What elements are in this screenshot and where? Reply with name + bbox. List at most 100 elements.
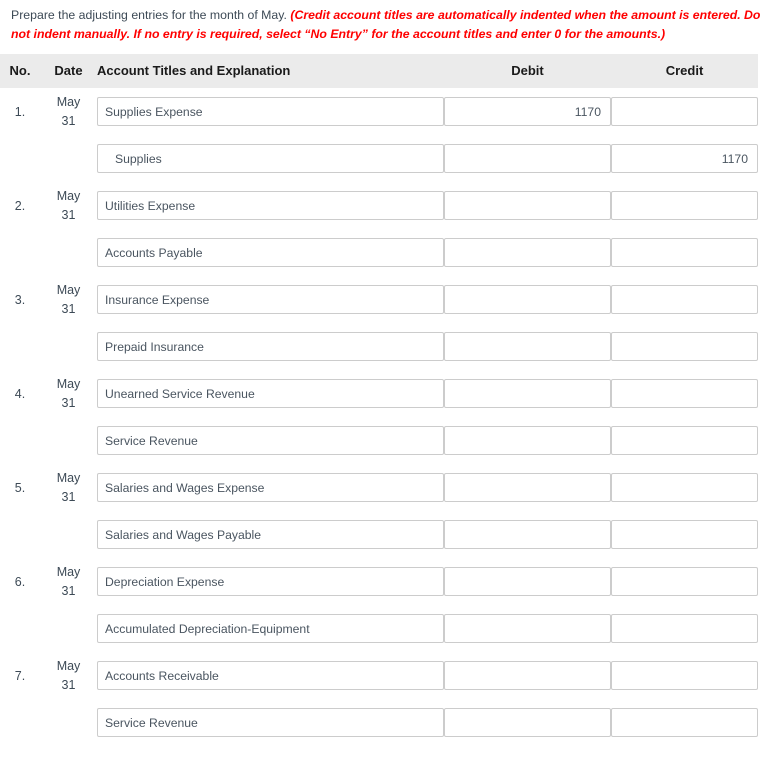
journal-table-body: 1. May 31 2. May 31 3. May 31 4. May 31 5. May 31 6. May… bbox=[0, 88, 758, 746]
account-title-input[interactable] bbox=[97, 144, 444, 173]
column-header-credit: Credit bbox=[611, 54, 758, 88]
debit-amount-input[interactable] bbox=[444, 567, 611, 596]
account-title-input[interactable] bbox=[97, 520, 444, 549]
credit-amount-input[interactable] bbox=[611, 567, 758, 596]
journal-line-row: 5. May 31 bbox=[0, 464, 758, 511]
credit-cell bbox=[611, 652, 758, 699]
account-title-cell bbox=[97, 323, 444, 370]
credit-cell bbox=[611, 370, 758, 417]
credit-cell bbox=[611, 135, 758, 182]
account-title-input[interactable] bbox=[97, 661, 444, 690]
entry-date bbox=[40, 511, 97, 558]
entry-number bbox=[0, 699, 40, 746]
credit-cell bbox=[611, 276, 758, 323]
credit-amount-input[interactable] bbox=[611, 144, 758, 173]
debit-cell bbox=[444, 417, 611, 464]
credit-amount-input[interactable] bbox=[611, 473, 758, 502]
account-title-input[interactable] bbox=[97, 238, 444, 267]
entry-date-month: May bbox=[56, 188, 81, 203]
debit-amount-input[interactable] bbox=[444, 708, 611, 737]
debit-cell bbox=[444, 652, 611, 699]
account-title-input[interactable] bbox=[97, 708, 444, 737]
credit-amount-input[interactable] bbox=[611, 614, 758, 643]
entry-number: 2. bbox=[14, 198, 26, 213]
debit-amount-input[interactable] bbox=[444, 191, 611, 220]
account-title-cell bbox=[97, 464, 444, 511]
credit-amount-input[interactable] bbox=[611, 332, 758, 361]
debit-amount-input[interactable] bbox=[444, 238, 611, 267]
credit-cell bbox=[611, 417, 758, 464]
debit-amount-input[interactable] bbox=[444, 661, 611, 690]
entry-date-month: May bbox=[56, 658, 81, 673]
debit-amount-input[interactable] bbox=[444, 520, 611, 549]
account-title-cell bbox=[97, 370, 444, 417]
account-title-input[interactable] bbox=[97, 285, 444, 314]
entry-date-day: 31 bbox=[61, 677, 76, 692]
journal-line-row bbox=[0, 417, 758, 464]
account-title-cell bbox=[97, 605, 444, 652]
account-title-input[interactable] bbox=[97, 379, 444, 408]
credit-amount-input[interactable] bbox=[611, 191, 758, 220]
entry-date: May 31 bbox=[40, 370, 97, 417]
entry-date-day: 31 bbox=[61, 583, 76, 598]
debit-amount-input[interactable] bbox=[444, 144, 611, 173]
entry-date-month: May bbox=[56, 564, 81, 579]
journal-line-row bbox=[0, 699, 758, 746]
debit-amount-input[interactable] bbox=[444, 97, 611, 126]
entry-date-month: May bbox=[56, 94, 81, 109]
column-header-no: No. bbox=[0, 54, 40, 88]
credit-amount-input[interactable] bbox=[611, 661, 758, 690]
entry-date: May 31 bbox=[40, 652, 97, 699]
debit-cell bbox=[444, 135, 611, 182]
credit-amount-input[interactable] bbox=[611, 285, 758, 314]
entry-number: 6. bbox=[14, 574, 26, 589]
account-title-input[interactable] bbox=[97, 614, 444, 643]
entry-number bbox=[0, 229, 40, 276]
debit-amount-input[interactable] bbox=[444, 332, 611, 361]
account-title-input[interactable] bbox=[97, 473, 444, 502]
account-title-input[interactable] bbox=[97, 332, 444, 361]
entry-date-month: May bbox=[56, 282, 81, 297]
entry-date-day: 31 bbox=[61, 207, 76, 222]
entry-date: May 31 bbox=[40, 182, 97, 229]
credit-amount-input[interactable] bbox=[611, 379, 758, 408]
account-title-cell bbox=[97, 88, 444, 135]
debit-cell bbox=[444, 229, 611, 276]
credit-amount-input[interactable] bbox=[611, 520, 758, 549]
credit-amount-input[interactable] bbox=[611, 238, 758, 267]
account-title-cell bbox=[97, 652, 444, 699]
debit-cell bbox=[444, 464, 611, 511]
journal-line-row: 1. May 31 bbox=[0, 88, 758, 135]
column-header-date: Date bbox=[40, 54, 97, 88]
debit-cell bbox=[444, 511, 611, 558]
journal-table-header: No. Date Account Titles and Explanation … bbox=[0, 54, 758, 88]
debit-amount-input[interactable] bbox=[444, 473, 611, 502]
account-title-input[interactable] bbox=[97, 567, 444, 596]
debit-amount-input[interactable] bbox=[444, 426, 611, 455]
journal-line-row: 2. May 31 bbox=[0, 182, 758, 229]
entry-date-day: 31 bbox=[61, 301, 76, 316]
journal-entry-table: No. Date Account Titles and Explanation … bbox=[0, 54, 758, 746]
credit-amount-input[interactable] bbox=[611, 708, 758, 737]
account-title-cell bbox=[97, 229, 444, 276]
debit-cell bbox=[444, 276, 611, 323]
entry-date: May 31 bbox=[40, 558, 97, 605]
column-header-account: Account Titles and Explanation bbox=[97, 54, 444, 88]
account-title-cell bbox=[97, 417, 444, 464]
entry-date-month: May bbox=[56, 376, 81, 391]
entry-date-day: 31 bbox=[61, 113, 76, 128]
credit-amount-input[interactable] bbox=[611, 426, 758, 455]
debit-amount-input[interactable] bbox=[444, 614, 611, 643]
account-title-input[interactable] bbox=[97, 426, 444, 455]
entry-number: 7. bbox=[14, 668, 26, 683]
account-title-input[interactable] bbox=[97, 191, 444, 220]
debit-amount-input[interactable] bbox=[444, 379, 611, 408]
entry-number bbox=[0, 323, 40, 370]
debit-amount-input[interactable] bbox=[444, 285, 611, 314]
entry-date-month: May bbox=[56, 470, 81, 485]
instructions-block: Prepare the adjusting entries for the mo… bbox=[0, 0, 780, 44]
credit-cell bbox=[611, 229, 758, 276]
credit-amount-input[interactable] bbox=[611, 97, 758, 126]
account-title-input[interactable] bbox=[97, 97, 444, 126]
debit-cell bbox=[444, 182, 611, 229]
